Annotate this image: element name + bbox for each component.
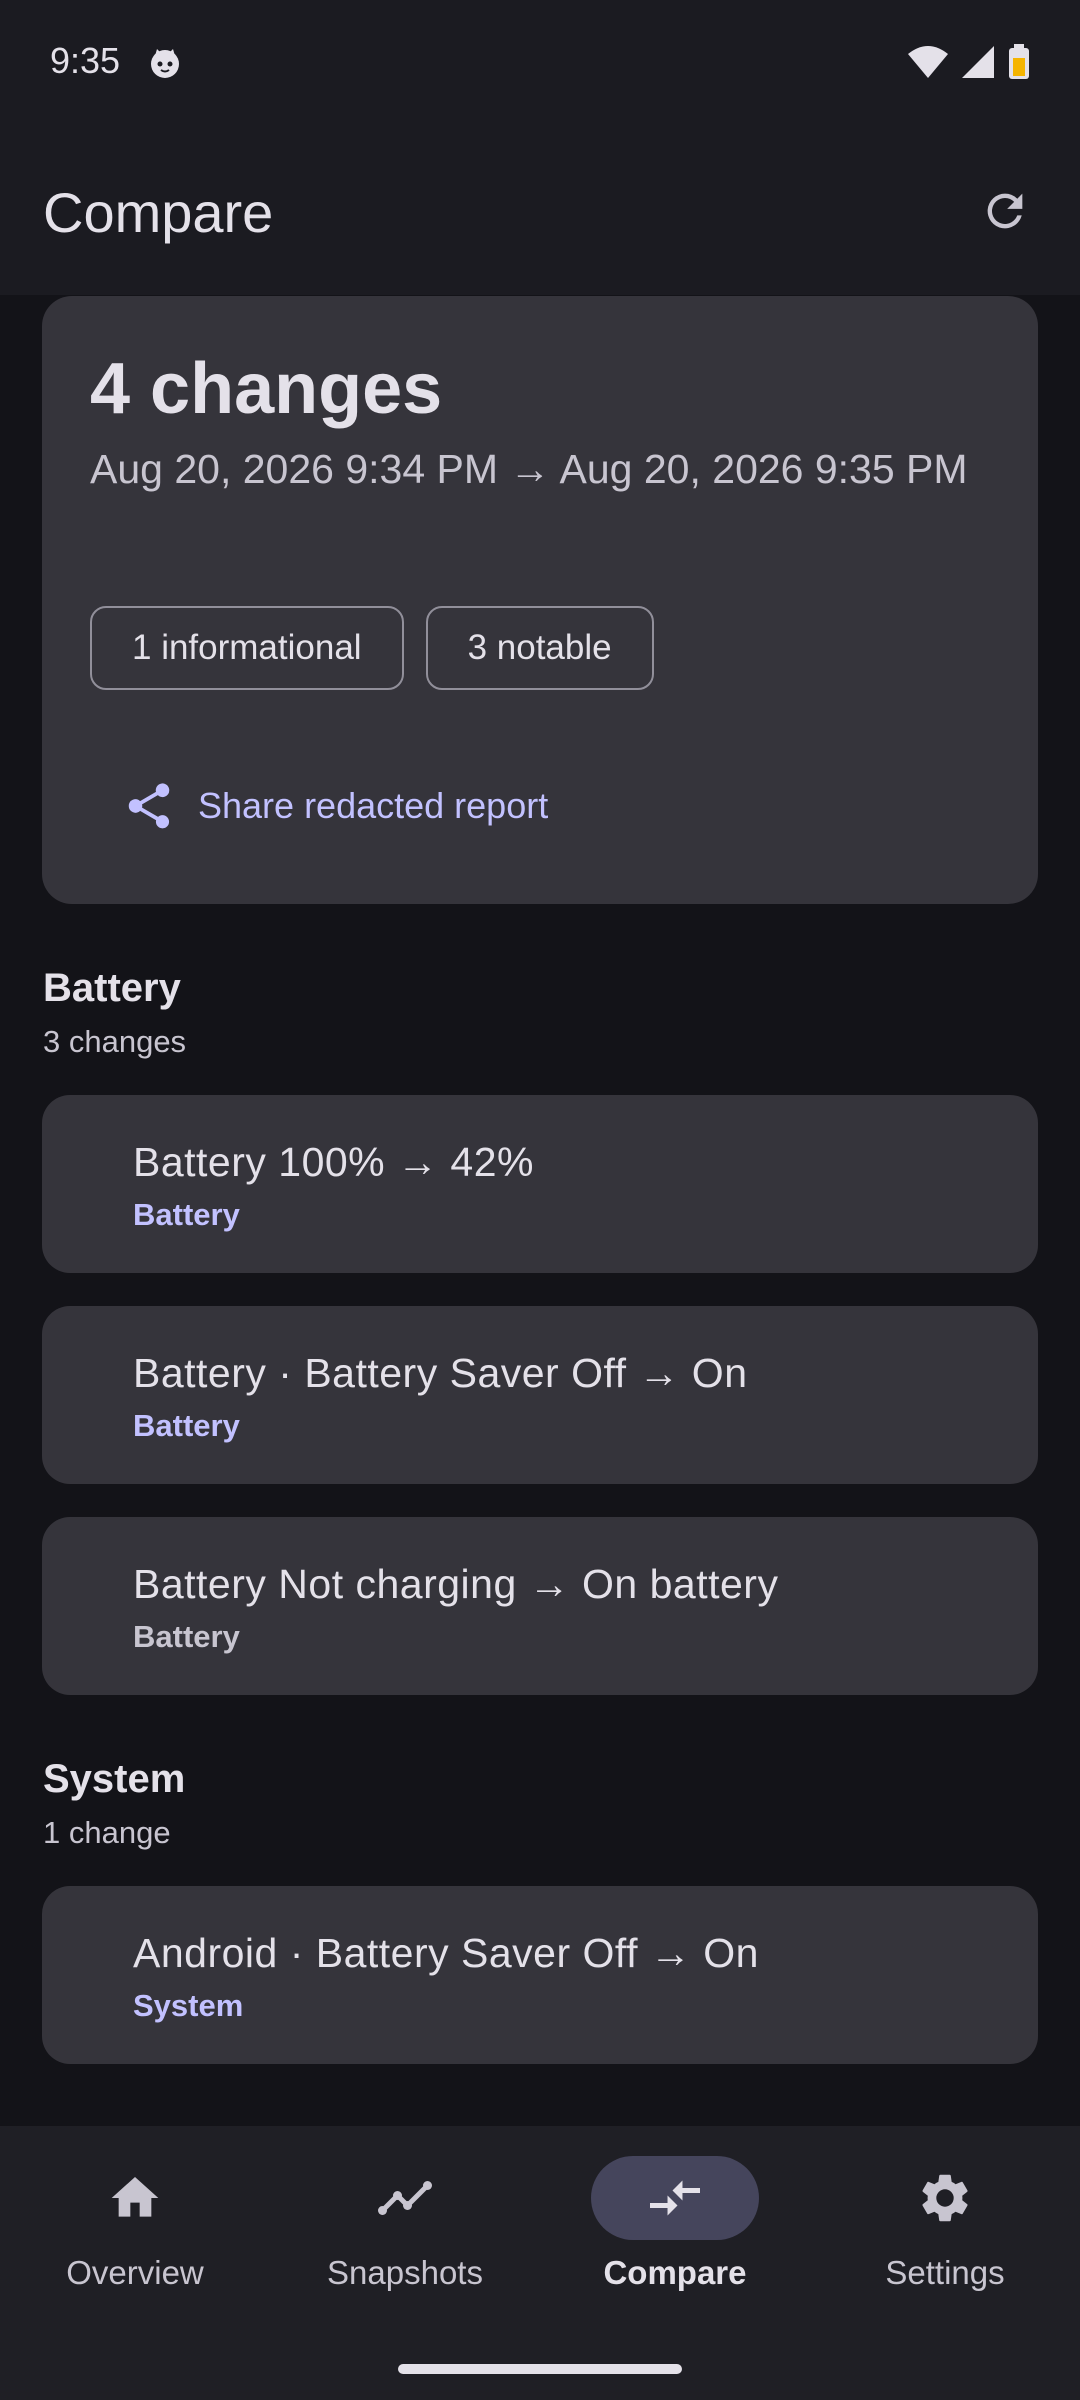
nav-item-settings[interactable]: Settings [810,2156,1080,2336]
nav-label: Settings [885,2254,1005,2291]
wifi-icon [908,46,948,78]
snapshot-range: Aug 20, 2026 9:34 PM → Aug 20, 2026 9:35… [90,446,968,492]
severity-chips: 1 informational 3 notable [90,606,654,690]
change-item[interactable]: Battery · Battery Saver Off → On Battery [42,1306,1038,1484]
change-category: System [133,1988,244,2023]
nav-label: Compare [603,2254,747,2291]
nav-label: Snapshots [327,2254,483,2291]
change-item[interactable]: Battery Not charging → On battery Batter… [42,1517,1038,1695]
nav-icon-container [861,2156,1029,2240]
change-title: Battery · Battery Saver Off → On [133,1350,748,1396]
change-count: 4 changes [90,349,443,429]
gesture-home-indicator[interactable] [398,2364,682,2374]
change-category: Battery [133,1619,240,1654]
refresh-button[interactable] [970,176,1040,246]
change-title: Battery 100% → 42% [133,1139,534,1185]
home-icon [111,2177,159,2217]
compare-icon [650,2180,700,2216]
battery-icon [1009,44,1029,79]
share-label: Share redacted report [198,785,549,826]
nav-icon-container [321,2156,489,2240]
change-category: Battery [133,1197,240,1232]
nav-item-overview[interactable]: Overview [0,2156,270,2336]
section-subtitle-battery: 3 changes [43,1024,187,1059]
share-report-button[interactable]: Share redacted report [122,766,548,846]
nav-item-compare[interactable]: Compare [540,2156,810,2336]
change-category: Battery [133,1408,240,1443]
bottom-navigation: Overview Snapshots Compare Settings [0,2126,1080,2400]
cat-notification-icon [151,49,179,78]
trend-icon [378,2181,432,2215]
section-subtitle-system: 1 change [43,1815,171,1850]
nav-item-snapshots[interactable]: Snapshots [270,2156,540,2336]
share-icon [128,783,170,829]
top-app-bar: Compare [0,130,1080,295]
cell-signal-icon [962,46,994,78]
nav-icon-container [591,2156,759,2240]
nav-icon-container [51,2156,219,2240]
change-item[interactable]: Battery 100% → 42% Battery [42,1095,1038,1273]
chip-informational[interactable]: 1 informational [90,606,404,690]
status-time: 9:35 [50,40,121,81]
change-title: Battery Not charging → On battery [133,1561,779,1607]
change-item[interactable]: Android · Battery Saver Off → On System [42,1886,1038,2064]
gear-icon [922,2174,968,2222]
section-title-battery: Battery [43,966,181,1010]
nav-label: Overview [66,2254,204,2291]
summary-card: 4 changes Aug 20, 2026 9:34 PM → Aug 20,… [42,296,1038,904]
refresh-icon [987,193,1023,229]
page-title: Compare [43,181,274,244]
section-title-system: System [43,1757,186,1801]
chip-notable[interactable]: 3 notable [425,606,654,690]
status-bar: 9:35 [0,0,1080,130]
change-title: Android · Battery Saver Off → On [133,1930,759,1976]
